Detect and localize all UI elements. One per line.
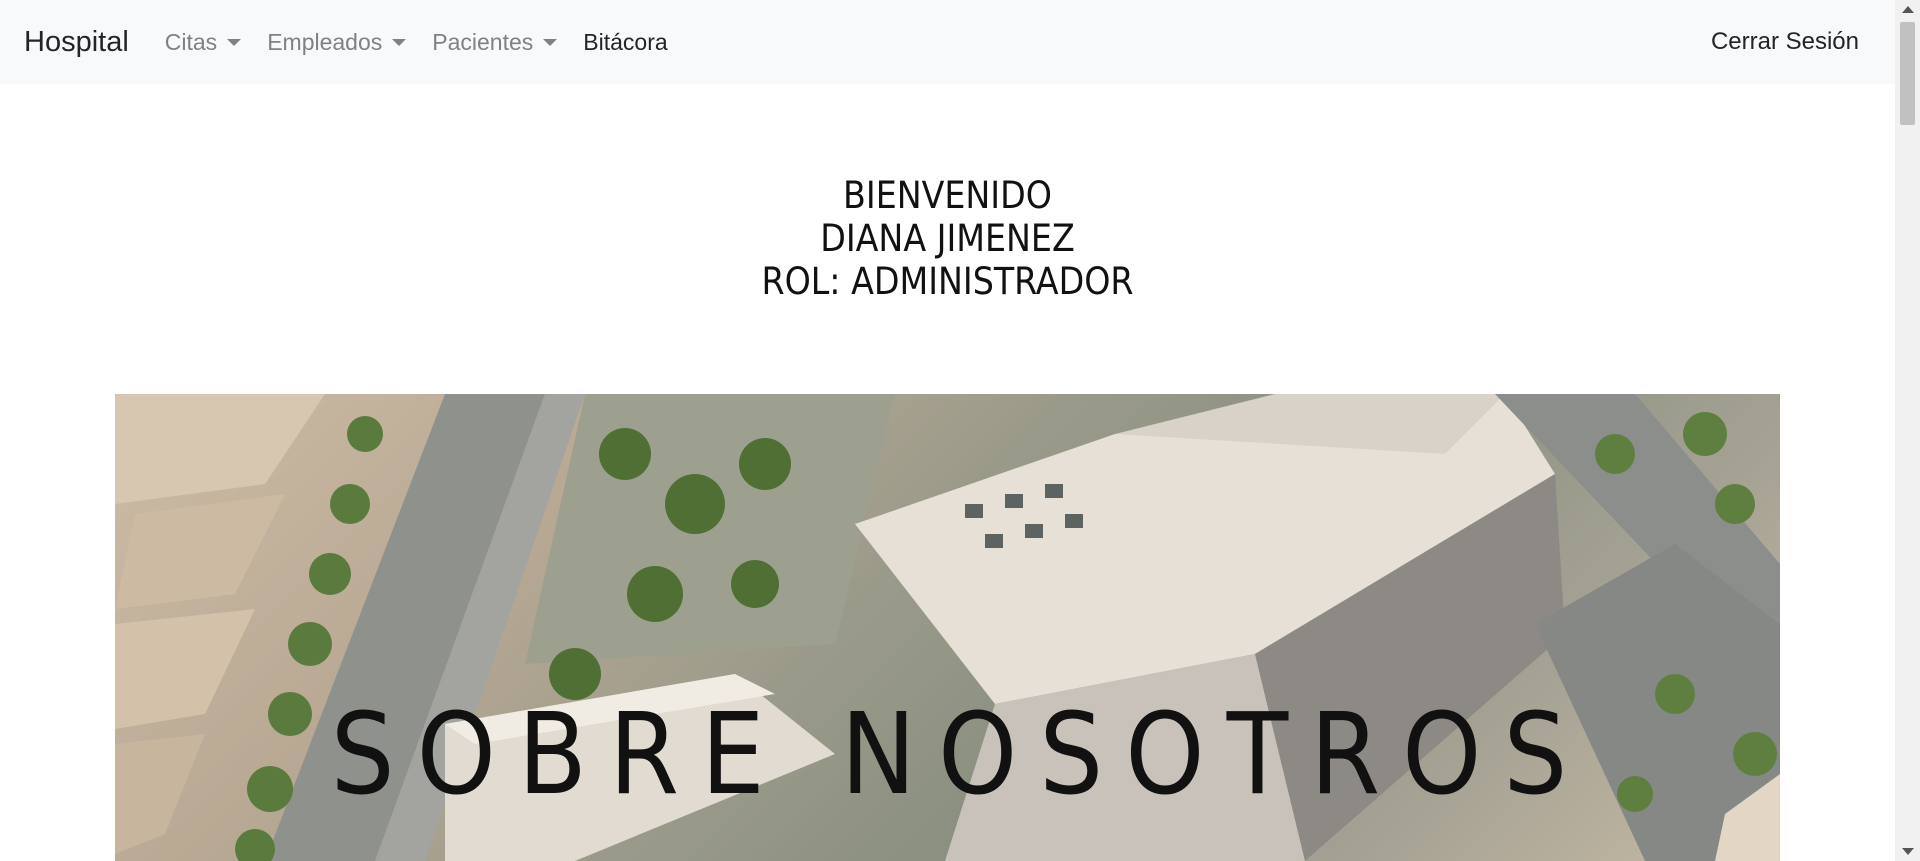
nav-label-pacientes: Pacientes (432, 28, 534, 55)
scrollbar-thumb[interactable] (1900, 22, 1915, 125)
chevron-down-icon (543, 38, 558, 46)
nav-label-citas: Citas (164, 28, 218, 55)
chevron-down-icon (227, 38, 242, 46)
scroll-up-icon[interactable] (1902, 6, 1914, 13)
brand-link[interactable]: Hospital (24, 26, 129, 59)
nav-label-bitacora: Bitácora (583, 28, 668, 55)
chevron-down-icon (392, 38, 407, 46)
user-name: DIANA JIMENEZ (820, 217, 1075, 260)
top-navbar: Hospital Citas Empleados Pacientes Bitác… (0, 0, 1895, 84)
page-scrollbar[interactable] (1895, 0, 1920, 861)
nav-dropdown-pacientes[interactable]: Pacientes (432, 28, 558, 56)
welcome-block: BIENVENIDO DIANA JIMENEZ ROL: ADMINISTRA… (0, 174, 1895, 303)
scroll-down-icon[interactable] (1902, 848, 1914, 855)
about-us-heading: SOBRE NOSOTROS (330, 690, 1590, 820)
nav-dropdown-empleados[interactable]: Empleados (267, 28, 407, 56)
welcome-heading: BIENVENIDO (843, 174, 1052, 217)
nav-link-bitacora[interactable]: Bitácora (583, 29, 667, 56)
nav-dropdown-citas[interactable]: Citas (164, 28, 242, 56)
logout-link[interactable]: Cerrar Sesión (1711, 28, 1859, 56)
user-role: ROL: ADMINISTRADOR (761, 260, 1134, 303)
nav-label-empleados: Empleados (267, 28, 383, 55)
